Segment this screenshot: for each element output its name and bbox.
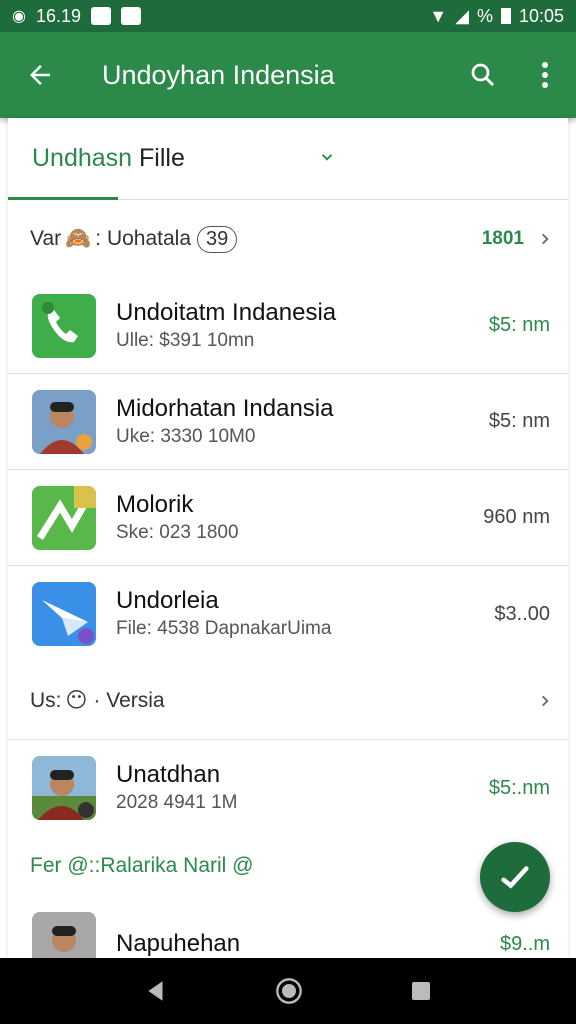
item-size: $9..m: [499, 932, 550, 955]
profile-photo-icon: [32, 912, 96, 958]
link-text: Fer @::Ralarika Naril @: [30, 854, 254, 877]
battery-icon: [500, 8, 511, 24]
edit-fab-button[interactable]: [480, 842, 550, 912]
section-label: Us:: [30, 688, 62, 712]
item-size: $3..00: [494, 602, 550, 625]
status-clock: 10:05: [518, 5, 564, 26]
phone-app-icon: [32, 293, 96, 358]
battery-percent: %: [476, 5, 493, 26]
back-button[interactable]: [0, 32, 80, 118]
search-button[interactable]: [452, 32, 514, 118]
item-name: Undorleia: [116, 587, 219, 614]
maps-app-icon: [32, 485, 96, 550]
search-icon: [471, 63, 495, 87]
profile-photo-icon: [32, 389, 96, 454]
tab-bar: Undhasn Fille: [8, 118, 568, 200]
tab-indicator: [8, 197, 118, 200]
section-header-row[interactable]: Us: 😶 · Versia: [8, 662, 568, 740]
item-name: Undoitatm Indanesia: [116, 298, 337, 326]
content-card: Undhasn Fille Var 🙈 : Uohatala 39 1801 U…: [8, 118, 568, 958]
tab-file[interactable]: Undhasn Fille: [32, 144, 185, 173]
item-name: Molorik: [116, 490, 194, 518]
wifi-icon: ▼: [429, 5, 448, 26]
item-size: $5: nm: [488, 410, 550, 432]
back-arrow-icon: [30, 65, 50, 85]
nav-home-icon[interactable]: [275, 977, 303, 1005]
more-vert-icon: [542, 62, 548, 88]
list-item[interactable]: Molorik Ske: 023 1800 960 nm: [8, 470, 568, 566]
emoji-icon: 🙈: [65, 227, 92, 250]
item-subtitle: 2028 4941 1M: [116, 792, 238, 813]
item-subtitle: Uke: 3330 10M0: [116, 425, 256, 447]
section-label: Var: [30, 227, 62, 250]
nav-back-icon[interactable]: [143, 978, 169, 1004]
notification-icon: [121, 7, 142, 25]
item-name: Napuhehan: [116, 930, 241, 957]
item-subtitle: File: 4538 DapnakarUima: [116, 618, 332, 639]
notification-icon: [91, 7, 112, 25]
list-item[interactable]: Undorleia File: 4538 DapnakarUima $3..00: [8, 566, 568, 662]
list-item[interactable]: Undoitatm Indanesia Ulle: $391 10mn $5: …: [8, 278, 568, 374]
item-size: 960 nm: [483, 506, 550, 528]
signal-icon: ◢: [455, 5, 469, 26]
count-badge: 39: [197, 225, 238, 253]
page-title: Undoyhan Indensia: [102, 59, 335, 90]
item-size: $5: nm: [488, 314, 550, 336]
tab-label-green: Undhasn: [32, 144, 133, 172]
send-app-icon: [32, 582, 96, 646]
item-name: Midorhatan Indansia: [116, 394, 334, 422]
tab-label-dark: Fille: [139, 144, 185, 172]
section-value: 1801: [481, 228, 524, 249]
item-subtitle: Ulle: $391 10mn: [116, 329, 255, 351]
section-text: : Uohatala: [95, 227, 192, 250]
chevron-down-icon[interactable]: [318, 148, 336, 166]
status-time-left: 16.19: [35, 5, 82, 26]
list-item[interactable]: Midorhatan Indansia Uke: 3330 10M0 $5: n…: [8, 374, 568, 470]
system-nav-bar: [0, 958, 576, 1024]
chevron-right-icon: [542, 233, 549, 245]
section-header-row[interactable]: Var 🙈 : Uohatala 39 1801: [8, 200, 568, 278]
nav-recents-icon[interactable]: [409, 979, 433, 1003]
app-bar: Undoyhan Indensia: [0, 32, 576, 118]
emoji-icon: 😶: [65, 689, 88, 712]
status-bar: ◉ 16.19 ▼ ◢ % 10:05: [0, 0, 576, 32]
alarm-icon: ◉: [12, 8, 26, 25]
list-item[interactable]: Napuhehan $9..m: [8, 896, 568, 958]
more-options-button[interactable]: [514, 32, 576, 118]
item-name: Unatdhan: [116, 761, 221, 788]
list-item[interactable]: Unatdhan 2028 4941 1M $5:.nm: [8, 740, 568, 836]
section-text: · Versia: [93, 688, 165, 712]
chevron-right-icon: [542, 695, 549, 706]
item-subtitle: Ske: 023 1800: [116, 521, 239, 543]
profile-photo-icon: [32, 756, 96, 820]
item-size: $5:.nm: [488, 776, 550, 799]
check-icon: [501, 866, 529, 889]
